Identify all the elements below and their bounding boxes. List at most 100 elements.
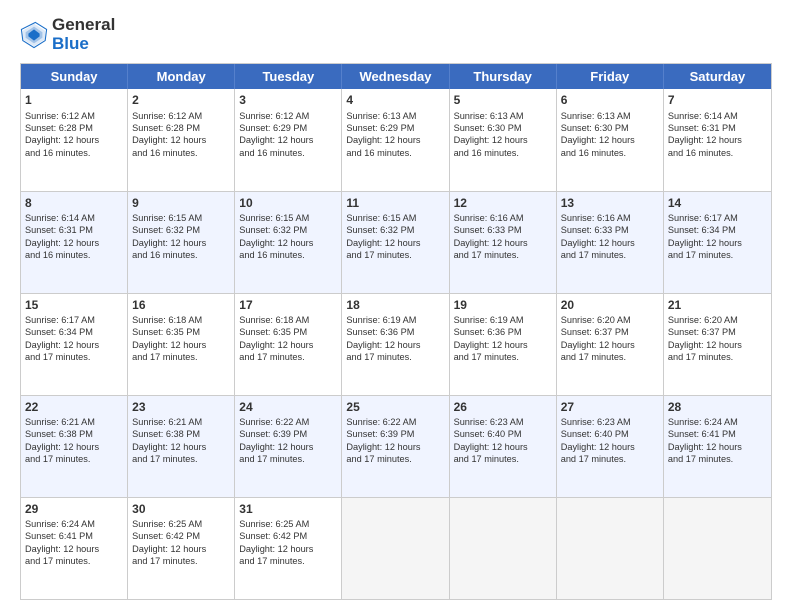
empty-cell	[664, 498, 771, 599]
day-info-line: Sunrise: 6:15 AM	[346, 212, 444, 224]
day-info-line: Sunrise: 6:15 AM	[132, 212, 230, 224]
day-info-line: Sunset: 6:28 PM	[25, 122, 123, 134]
day-cell-28: 28Sunrise: 6:24 AMSunset: 6:41 PMDayligh…	[664, 396, 771, 497]
day-cell-21: 21Sunrise: 6:20 AMSunset: 6:37 PMDayligh…	[664, 294, 771, 395]
day-cell-20: 20Sunrise: 6:20 AMSunset: 6:37 PMDayligh…	[557, 294, 664, 395]
header: General Blue	[20, 16, 772, 53]
day-info-line: Sunset: 6:34 PM	[668, 224, 767, 236]
day-info-line: Sunrise: 6:21 AM	[25, 416, 123, 428]
day-number: 8	[25, 195, 123, 211]
day-info-line: Sunset: 6:39 PM	[346, 428, 444, 440]
day-number: 25	[346, 399, 444, 415]
day-number: 22	[25, 399, 123, 415]
day-cell-22: 22Sunrise: 6:21 AMSunset: 6:38 PMDayligh…	[21, 396, 128, 497]
day-info-line: and 16 minutes.	[132, 249, 230, 261]
day-number: 29	[25, 501, 123, 517]
day-cell-9: 9Sunrise: 6:15 AMSunset: 6:32 PMDaylight…	[128, 192, 235, 293]
day-info-line: Sunrise: 6:13 AM	[561, 110, 659, 122]
day-number: 7	[668, 92, 767, 108]
day-info-line: and 17 minutes.	[668, 249, 767, 261]
day-info-line: and 17 minutes.	[25, 453, 123, 465]
header-day-thursday: Thursday	[450, 64, 557, 89]
header-day-friday: Friday	[557, 64, 664, 89]
day-info-line: Sunrise: 6:16 AM	[561, 212, 659, 224]
day-info-line: and 17 minutes.	[346, 249, 444, 261]
day-info-line: Daylight: 12 hours	[132, 134, 230, 146]
day-info-line: Daylight: 12 hours	[668, 339, 767, 351]
day-info-line: Daylight: 12 hours	[561, 441, 659, 453]
day-info-line: and 17 minutes.	[454, 351, 552, 363]
day-info-line: Sunset: 6:37 PM	[561, 326, 659, 338]
day-info-line: Daylight: 12 hours	[25, 441, 123, 453]
day-info-line: Sunrise: 6:14 AM	[25, 212, 123, 224]
day-cell-18: 18Sunrise: 6:19 AMSunset: 6:36 PMDayligh…	[342, 294, 449, 395]
day-info-line: Sunset: 6:35 PM	[239, 326, 337, 338]
day-info-line: Sunset: 6:33 PM	[561, 224, 659, 236]
day-info-line: Sunrise: 6:24 AM	[25, 518, 123, 530]
logo-line1: General	[52, 16, 115, 35]
day-number: 16	[132, 297, 230, 313]
day-info-line: Sunset: 6:30 PM	[561, 122, 659, 134]
day-info-line: Daylight: 12 hours	[239, 543, 337, 555]
day-number: 24	[239, 399, 337, 415]
day-cell-26: 26Sunrise: 6:23 AMSunset: 6:40 PMDayligh…	[450, 396, 557, 497]
day-number: 11	[346, 195, 444, 211]
day-info-line: Sunset: 6:32 PM	[132, 224, 230, 236]
day-info-line: and 17 minutes.	[239, 351, 337, 363]
empty-cell	[557, 498, 664, 599]
day-number: 19	[454, 297, 552, 313]
calendar-header: SundayMondayTuesdayWednesdayThursdayFrid…	[21, 64, 771, 89]
day-info-line: and 17 minutes.	[346, 453, 444, 465]
day-number: 4	[346, 92, 444, 108]
day-cell-16: 16Sunrise: 6:18 AMSunset: 6:35 PMDayligh…	[128, 294, 235, 395]
day-info-line: Daylight: 12 hours	[346, 441, 444, 453]
day-info-line: Sunset: 6:37 PM	[668, 326, 767, 338]
day-number: 2	[132, 92, 230, 108]
day-info-line: Sunset: 6:30 PM	[454, 122, 552, 134]
day-info-line: Daylight: 12 hours	[25, 339, 123, 351]
day-cell-13: 13Sunrise: 6:16 AMSunset: 6:33 PMDayligh…	[557, 192, 664, 293]
day-number: 12	[454, 195, 552, 211]
header-day-wednesday: Wednesday	[342, 64, 449, 89]
day-info-line: Daylight: 12 hours	[454, 237, 552, 249]
day-info-line: and 17 minutes.	[346, 351, 444, 363]
day-info-line: Sunrise: 6:21 AM	[132, 416, 230, 428]
day-info-line: Sunrise: 6:15 AM	[239, 212, 337, 224]
day-info-line: Daylight: 12 hours	[239, 237, 337, 249]
day-cell-8: 8Sunrise: 6:14 AMSunset: 6:31 PMDaylight…	[21, 192, 128, 293]
calendar-body: 1Sunrise: 6:12 AMSunset: 6:28 PMDaylight…	[21, 89, 771, 599]
day-cell-12: 12Sunrise: 6:16 AMSunset: 6:33 PMDayligh…	[450, 192, 557, 293]
week-row-3: 15Sunrise: 6:17 AMSunset: 6:34 PMDayligh…	[21, 294, 771, 396]
day-info-line: Sunset: 6:29 PM	[346, 122, 444, 134]
day-info-line: Sunset: 6:41 PM	[25, 530, 123, 542]
day-info-line: Sunrise: 6:18 AM	[239, 314, 337, 326]
day-info-line: and 17 minutes.	[454, 249, 552, 261]
logo: General Blue	[20, 16, 115, 53]
day-info-line: Sunset: 6:31 PM	[25, 224, 123, 236]
day-info-line: Sunrise: 6:12 AM	[239, 110, 337, 122]
day-info-line: Sunset: 6:33 PM	[454, 224, 552, 236]
day-info-line: Daylight: 12 hours	[668, 441, 767, 453]
page: General Blue SundayMondayTuesdayWednesda…	[0, 0, 792, 612]
day-cell-23: 23Sunrise: 6:21 AMSunset: 6:38 PMDayligh…	[128, 396, 235, 497]
day-number: 10	[239, 195, 337, 211]
day-cell-6: 6Sunrise: 6:13 AMSunset: 6:30 PMDaylight…	[557, 89, 664, 190]
day-info-line: Sunrise: 6:19 AM	[454, 314, 552, 326]
day-info-line: Sunset: 6:42 PM	[132, 530, 230, 542]
day-info-line: and 17 minutes.	[239, 453, 337, 465]
day-info-line: Daylight: 12 hours	[668, 134, 767, 146]
day-number: 14	[668, 195, 767, 211]
day-info-line: Daylight: 12 hours	[346, 339, 444, 351]
day-info-line: Sunset: 6:34 PM	[25, 326, 123, 338]
day-info-line: Sunrise: 6:23 AM	[561, 416, 659, 428]
day-info-line: Sunset: 6:36 PM	[454, 326, 552, 338]
day-info-line: Sunrise: 6:22 AM	[239, 416, 337, 428]
day-info-line: Sunrise: 6:25 AM	[132, 518, 230, 530]
day-number: 5	[454, 92, 552, 108]
day-info-line: Sunset: 6:29 PM	[239, 122, 337, 134]
day-info-line: and 17 minutes.	[239, 555, 337, 567]
day-info-line: Sunrise: 6:17 AM	[25, 314, 123, 326]
day-info-line: Daylight: 12 hours	[668, 237, 767, 249]
day-cell-7: 7Sunrise: 6:14 AMSunset: 6:31 PMDaylight…	[664, 89, 771, 190]
day-number: 26	[454, 399, 552, 415]
